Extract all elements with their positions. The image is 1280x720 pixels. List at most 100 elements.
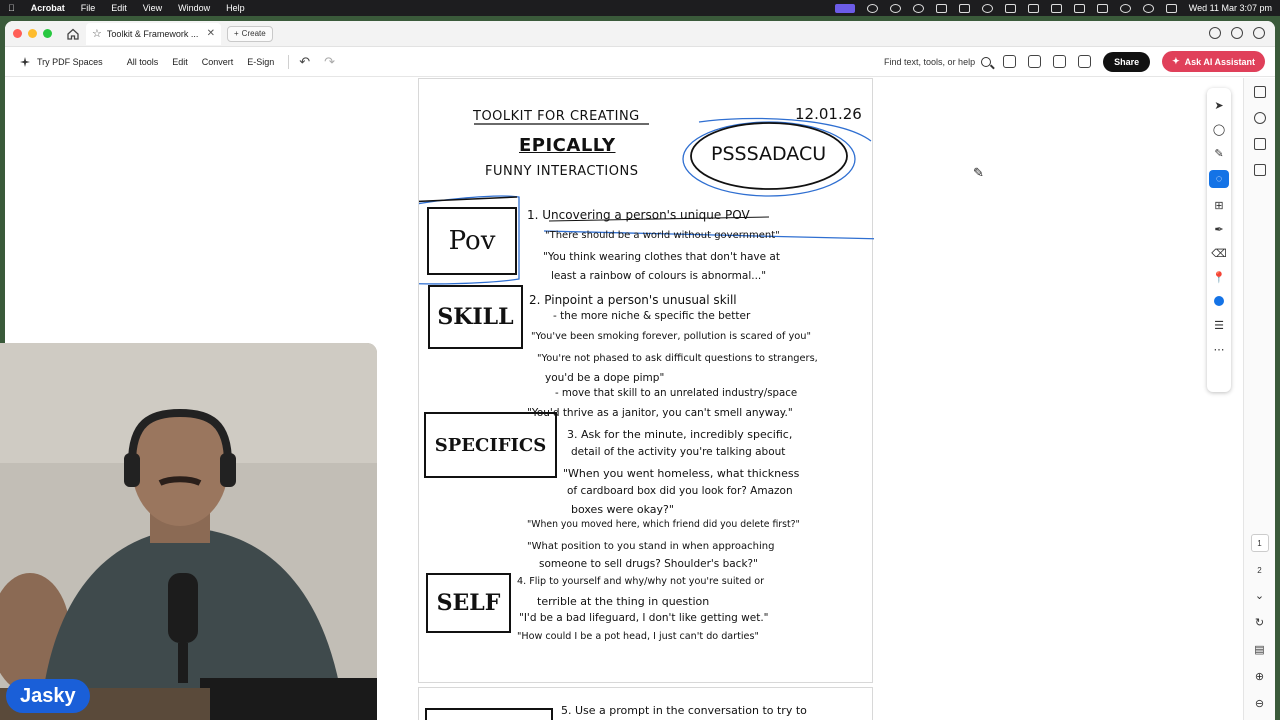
note-line: 4. Flip to yourself and why/why not you'… (517, 576, 765, 587)
redo-icon[interactable]: ↷ (324, 54, 335, 70)
note-line: "You'd thrive as a janitor, you can't sm… (527, 407, 793, 419)
color-picker-icon[interactable] (1212, 294, 1226, 308)
pages-panel-icon[interactable] (1253, 164, 1266, 176)
ai-panel-icon[interactable] (1253, 86, 1266, 98)
menu-file[interactable]: File (81, 3, 96, 13)
right-sidebar: 1 2 ⌄ ↻ ▤ ⊕ ⊖ (1243, 78, 1275, 720)
find-label: Find text, tools, or help (884, 56, 976, 67)
home-icon[interactable] (66, 27, 80, 41)
all-tools-menu[interactable]: All tools (127, 57, 159, 67)
wifi-icon[interactable] (1119, 3, 1131, 13)
note-line: 2. Pinpoint a person's unusual skill (529, 293, 737, 307)
battery-icon[interactable] (1096, 3, 1108, 13)
note-line: 1. Uncovering a person's unique POV (527, 208, 750, 222)
note-line: "When you moved here, which friend did y… (527, 519, 800, 530)
pdf-page-1[interactable]: TOOLKIT FOR CREATING EPICALLY FUNNY INTE… (418, 78, 874, 683)
mic-icon[interactable] (958, 3, 970, 13)
comment-icon[interactable]: ◯ (1212, 122, 1226, 136)
bell-icon[interactable] (1231, 27, 1243, 39)
page-thumbnail-1[interactable]: 1 (1250, 534, 1269, 552)
star-icon[interactable]: ☆ (92, 27, 102, 40)
highlighter-icon[interactable]: ✎ (1212, 146, 1226, 160)
ai-summary-icon[interactable] (1003, 55, 1017, 68)
status-icon[interactable] (866, 3, 878, 13)
note-line: 5. Use a prompt in the conversation to t… (561, 704, 807, 717)
chevron-down-icon[interactable]: ⌄ (1255, 589, 1264, 602)
clock[interactable]: Wed 11 Mar 3:07 pm (1189, 3, 1272, 13)
note-line: - the more niche & specific the better (553, 310, 751, 322)
esign-menu[interactable]: E-Sign (247, 57, 274, 67)
find-field[interactable]: Find text, tools, or help (884, 56, 992, 67)
note-line: of cardboard box did you look for? Amazo… (567, 485, 793, 497)
note-line: "You're not phased to ask difficult ques… (537, 353, 818, 364)
title-line-2: EPICALLY (519, 135, 616, 156)
main-toolbar: Try PDF Spaces All tools Edit Convert E-… (5, 47, 1275, 77)
help-icon[interactable] (1209, 27, 1221, 39)
text-select-icon[interactable]: ⊞ (1212, 198, 1226, 212)
note-line: someone to sell drugs? Shoulder's back?" (539, 558, 758, 570)
ask-ai-assistant-button[interactable]: ✦ Ask AI Assistant (1162, 51, 1265, 72)
control-center-icon[interactable] (1165, 3, 1177, 13)
dropbox-icon[interactable] (935, 3, 947, 13)
pin-icon[interactable]: 📍 (1212, 270, 1226, 284)
menu-edit[interactable]: Edit (111, 3, 127, 13)
zoom-in-icon[interactable]: ⊕ (1255, 670, 1264, 683)
print-icon[interactable] (1078, 55, 1092, 68)
save-icon[interactable] (1028, 55, 1042, 68)
line-weight-icon[interactable]: ☰ (1212, 318, 1226, 332)
menu-help[interactable]: Help (226, 3, 245, 13)
note-line: terrible at the thing in question (537, 595, 710, 608)
menu-app-name[interactable]: Acrobat (31, 3, 65, 13)
create-button[interactable]: + Create (227, 25, 273, 42)
pen-tool-icon[interactable]: ✒ (1212, 222, 1226, 236)
more-options-icon[interactable]: ⋯ (1212, 342, 1226, 356)
zoom-window-button[interactable] (43, 29, 52, 38)
convert-menu[interactable]: Convert (202, 57, 234, 67)
screen-share-icon[interactable] (834, 3, 855, 13)
minimize-window-button[interactable] (28, 29, 37, 38)
upload-icon[interactable] (1053, 55, 1067, 68)
document-icon[interactable]: ▤ (1254, 643, 1264, 656)
page-thumbnail-2[interactable]: 2 (1257, 566, 1261, 575)
pdf-spaces-button[interactable]: Try PDF Spaces (19, 56, 103, 68)
comments-panel-icon[interactable] (1253, 112, 1266, 124)
shazam-icon[interactable] (912, 3, 924, 13)
close-tab-icon[interactable]: ✕ (207, 28, 215, 39)
cloud-icon[interactable] (889, 3, 901, 13)
account-icon[interactable] (1253, 27, 1265, 39)
eraser-icon[interactable]: ⌫ (1211, 246, 1227, 260)
pdf-page-2[interactable]: 5. Use a prompt in the conversation to t… (418, 687, 873, 720)
undo-icon[interactable]: ↶ (299, 54, 310, 70)
apple-icon[interactable]:  (8, 3, 15, 13)
edit-menu[interactable]: Edit (172, 57, 188, 67)
create-label: Create (241, 29, 266, 38)
butterfly-icon[interactable] (1050, 3, 1062, 13)
spotlight-icon[interactable] (1142, 3, 1154, 13)
menu-view[interactable]: View (143, 3, 162, 13)
note-line: "You've been smoking forever, pollution … (531, 331, 811, 342)
quick-tools-panel: ➤ ◯ ✎ ◌ ⊞ ✒ ⌫ 📍 ☰ ⋯ (1207, 88, 1231, 392)
box-pov: Pov (427, 207, 517, 275)
zoom-out-icon[interactable]: ⊖ (1255, 697, 1264, 710)
share-button[interactable]: Share (1103, 51, 1151, 72)
tab-document[interactable]: ☆ Toolkit & Framework ... ✕ (86, 22, 221, 45)
note-line: - move that skill to an unrelated indust… (555, 388, 798, 399)
close-window-button[interactable] (13, 29, 22, 38)
box-specifics: SPECIFICS (424, 412, 557, 478)
presenter-video (0, 343, 377, 720)
refresh-icon[interactable]: ↻ (1255, 616, 1264, 629)
note-line: "When you went homeless, what thickness (563, 467, 800, 480)
vpn-icon[interactable] (1027, 3, 1039, 13)
select-cursor-icon[interactable]: ➤ (1212, 98, 1226, 112)
title-line-3: FUNNY INTERACTIONS (485, 164, 639, 179)
tab-label: Toolkit & Framework ... (106, 28, 199, 39)
record-icon[interactable] (1004, 3, 1016, 13)
lasso-draw-icon[interactable]: ◌ (1209, 170, 1229, 188)
display-icon[interactable] (1073, 3, 1085, 13)
note-line: "How could I be a pot head, I just can't… (517, 631, 759, 642)
timer-icon[interactable] (981, 3, 993, 13)
note-line: "You think wearing clothes that don't ha… (543, 251, 780, 263)
menu-window[interactable]: Window (178, 3, 210, 13)
webcam-overlay (0, 343, 377, 720)
bookmark-icon[interactable] (1253, 138, 1266, 150)
